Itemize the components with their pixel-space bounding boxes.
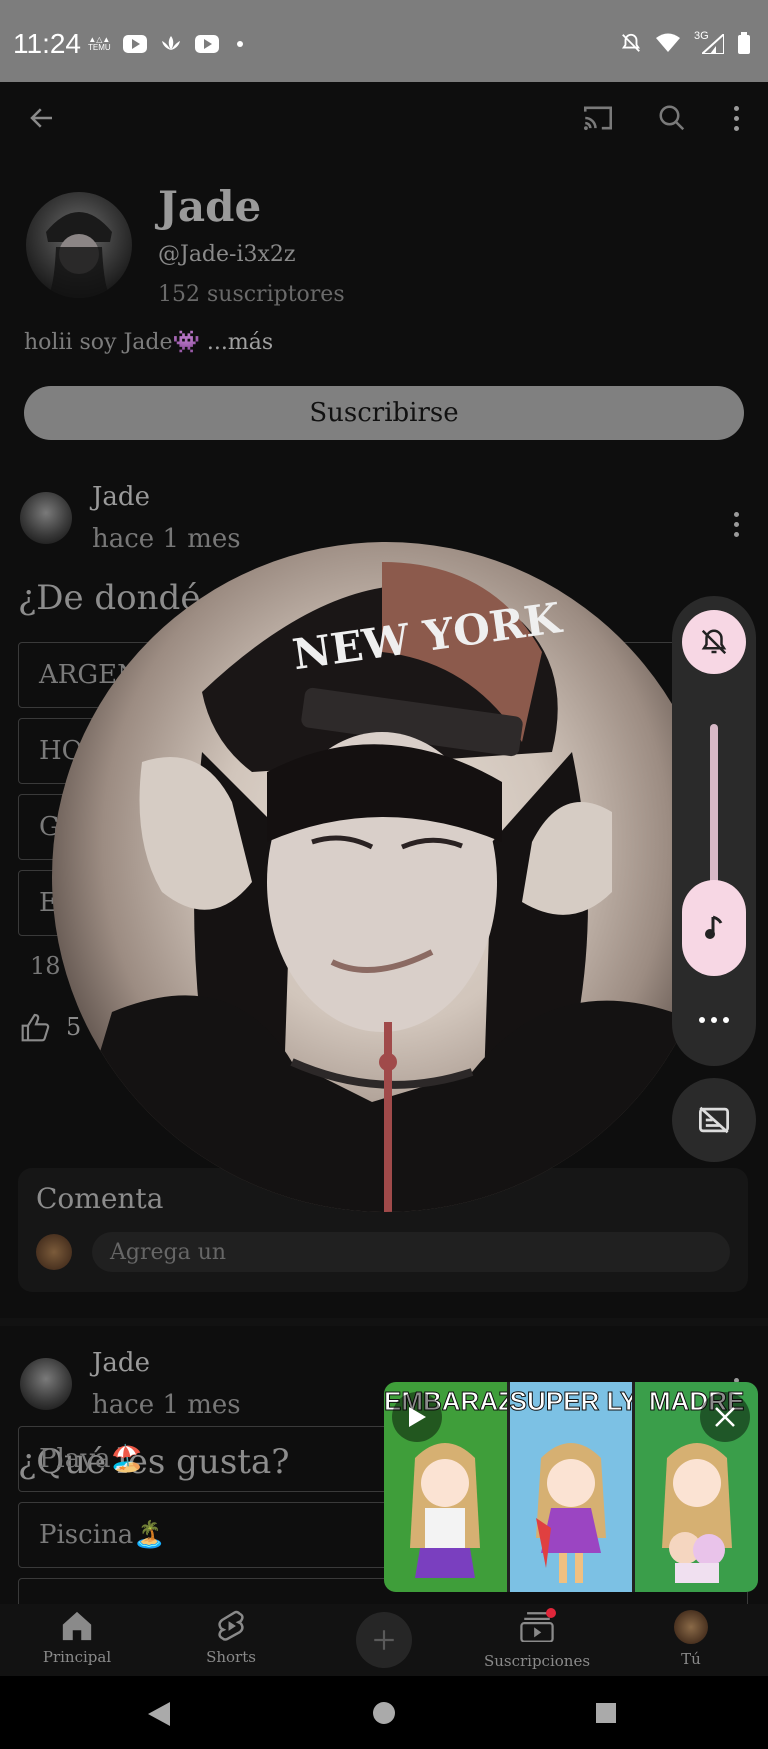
poll-option-label: Piscina🏝️ [39,1520,166,1550]
bell-off-icon [701,629,727,655]
channel-handle: @Jade-i3x2z [158,242,296,267]
more-vert-icon [724,98,748,138]
post-avatar[interactable] [20,1358,72,1410]
arrow-left-icon [30,108,52,128]
back-button[interactable] [18,94,66,142]
bio-text: holii soy Jade👾 [24,330,200,355]
back-triangle-icon[interactable] [148,1702,170,1726]
home-circle-icon[interactable] [373,1702,395,1724]
avatar [674,1610,708,1644]
more-notifications-dot [236,41,243,47]
nav-you[interactable]: Tú [616,1610,766,1674]
top-bar [0,82,768,156]
bottom-navigation: Principal Shorts Suscripciones Tú [0,1604,768,1676]
signal-icon: 3G [694,31,724,54]
volume-panel [672,596,756,1066]
create-button[interactable] [356,1612,412,1668]
post-time: hace 1 mes [92,1390,241,1420]
like-row: 5 [20,1012,81,1042]
cartoon-character [410,1443,481,1578]
post-separator [0,1318,768,1326]
poll-option-label: Playa🏖️ [39,1444,143,1474]
system-status-icons: 3G [620,31,750,54]
wifi-icon [656,33,680,52]
nav-subscriptions[interactable]: Suscripciones [462,1608,612,1674]
channel-avatar[interactable] [26,192,132,298]
battery-icon [738,32,750,54]
profile-photo: NEW YORK [52,562,720,1212]
lotus-icon [161,36,180,50]
recents-square-icon[interactable] [596,1703,616,1723]
music-note-icon [705,915,723,939]
notification-dot [546,1608,556,1618]
subscriber-count: 152 suscriptores [158,282,345,307]
thumbs-up-icon[interactable] [20,1012,52,1042]
cartoon-character [536,1443,606,1583]
status-time: 11:24 [13,28,81,59]
nav-label: Suscripciones [483,1652,591,1670]
cast-button[interactable] [574,94,622,142]
more-button[interactable] [712,94,760,142]
nav-label: Tú [681,1650,701,1668]
youtube-icon [194,35,219,53]
mini-player-play-button[interactable] [392,1392,442,1442]
channel-bio[interactable]: holii soy Jade👾 ...más [24,330,273,355]
shorts-icon [218,1610,244,1641]
poll-vote-count: 18 [30,952,61,980]
notification-icons: ▲△▲ TEMU [88,34,243,54]
mini-player-close-button[interactable] [700,1392,750,1442]
play-icon [409,1407,426,1427]
ringer-mute-button[interactable] [682,610,746,674]
nav-shorts[interactable]: Shorts [156,1610,306,1674]
nav-label: Principal [42,1648,112,1666]
mini-player-panel: SUPER LYNA [509,1382,636,1592]
cartoon-character [661,1443,732,1583]
cast-icon [584,106,612,131]
close-icon [715,1407,735,1427]
bell-off-icon [621,33,641,52]
live-caption-button[interactable] [672,1078,756,1162]
nav-home[interactable]: Principal [2,1610,152,1674]
temu-icon: ▲△▲ TEMU [88,35,111,52]
comments-title: Comenta [36,1182,164,1215]
volume-slider-thumb[interactable] [682,880,746,976]
comment-input[interactable]: Agrega un [92,1232,730,1272]
captions-off-icon [699,1106,729,1134]
post-menu-button[interactable] [724,504,748,544]
profile-photo-overlay[interactable]: NEW YORK [52,542,720,1212]
user-avatar [36,1234,72,1270]
post-time: hace 1 mes [92,524,241,554]
bio-more-link[interactable]: ...más [207,330,273,355]
volume-slider-track[interactable] [710,724,718,904]
home-icon [62,1611,92,1641]
volume-more-button[interactable] [692,1010,736,1030]
status-bar: 11:24 ▲△▲ TEMU 3G [0,0,768,82]
like-count: 5 [66,1013,82,1041]
plus-icon [374,1630,394,1650]
nav-label: Shorts [206,1648,256,1666]
search-button[interactable] [648,94,696,142]
poll-question: ¿De dondé [18,578,201,618]
system-navigation [0,1676,768,1749]
post-avatar[interactable] [20,492,72,544]
post-author[interactable]: Jade [92,1348,150,1378]
post-author[interactable]: Jade [92,482,150,512]
youtube-icon [122,35,147,53]
mini-player[interactable]: EMBARAZADA SUPER LYNA MADRE [384,1382,758,1592]
subscribe-button[interactable]: Suscribirse [24,386,744,440]
channel-name: Jade [158,182,262,231]
subscriptions-icon [520,1608,556,1646]
panel-title: SUPER LYNA [509,1386,633,1417]
search-icon [659,105,685,131]
